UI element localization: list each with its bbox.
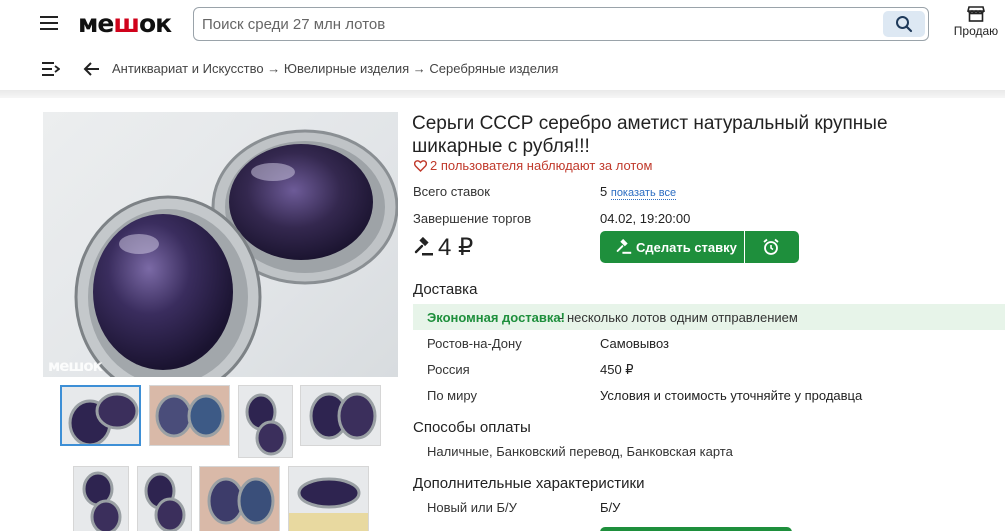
sell-label: Продаю <box>953 24 999 38</box>
thumbnail[interactable] <box>199 466 280 531</box>
place-bid-label: Сделать ставку <box>636 240 737 255</box>
shop-icon <box>967 6 985 22</box>
gavel-icon <box>414 236 433 256</box>
heart-icon <box>413 160 428 172</box>
search-box <box>193 7 929 41</box>
thumbnail[interactable] <box>238 385 293 458</box>
delivery-row-label: Ростов-на-Дону <box>427 336 522 351</box>
thumbnail[interactable] <box>300 385 381 446</box>
delivery-row-label: По миру <box>427 388 477 403</box>
lot-title: Серьги СССР серебро аметист натуральный … <box>412 113 888 157</box>
watchers-text: 2 пользователя наблюдают за лотом <box>430 158 653 173</box>
place-bid-button[interactable]: Сделать ставку <box>600 231 744 263</box>
divider <box>0 90 1005 98</box>
delivery-title: Доставка <box>413 281 478 298</box>
action-button-partial[interactable] <box>600 527 792 531</box>
show-all-link[interactable]: показать все <box>610 187 677 200</box>
earrings-image <box>74 129 398 377</box>
delivery-row-label: Россия <box>427 362 470 377</box>
end-label: Завершение торгов <box>413 211 532 226</box>
search-icon <box>896 16 913 33</box>
gavel-icon <box>616 239 632 254</box>
menu-icon[interactable] <box>40 16 58 30</box>
eco-label: Экономная доставка! <box>427 310 565 325</box>
breadcrumb-bar: Антиквариат и Искусство → Ювелирные изде… <box>0 50 1005 90</box>
search-input[interactable] <box>202 14 862 34</box>
breadcrumb[interactable]: Антиквариат и Искусство → Ювелирные изде… <box>112 61 558 76</box>
delivery-row-value: Условия и стоимость уточняйте у продавца <box>600 388 863 403</box>
search-button[interactable] <box>883 11 925 37</box>
bid-count: 5 <box>600 184 608 199</box>
price-value: 4 ₽ <box>438 234 474 261</box>
logo[interactable]: мешок <box>78 9 172 38</box>
spec-value: Б/У <box>600 500 621 515</box>
menu-open-icon[interactable] <box>42 62 60 76</box>
payment-methods: Наличные, Банковский перевод, Банковская… <box>427 444 733 459</box>
thumbnail[interactable] <box>149 385 230 446</box>
watchers-link[interactable]: 2 пользователя наблюдают за лотом <box>413 158 653 173</box>
thumbnail[interactable] <box>288 466 369 531</box>
eco-text: - несколько лотов одним отправлением <box>559 310 798 325</box>
specs-title: Дополнительные характеристики <box>413 475 645 492</box>
thumbnail[interactable] <box>73 466 129 531</box>
spec-label: Новый или Б/У <box>427 500 517 515</box>
sell-button[interactable]: Продаю <box>950 6 1002 38</box>
economy-delivery-banner: Экономная доставка! - несколько лотов од… <box>413 304 1005 330</box>
main-photo[interactable]: мешок <box>43 112 398 377</box>
header: мешок Продаю <box>0 0 1005 50</box>
total-bids-label: Всего ставок <box>413 184 490 199</box>
thumbnail[interactable] <box>137 466 192 531</box>
delivery-row-value: 450 ₽ <box>600 362 634 377</box>
thumbnail[interactable] <box>60 385 141 446</box>
reminder-button[interactable] <box>745 231 799 263</box>
back-arrow-icon[interactable] <box>83 60 101 78</box>
total-bids-value: 5 показать все <box>600 184 677 200</box>
end-value: 04.02, 19:20:00 <box>600 211 691 226</box>
watermark: мешок <box>48 357 103 375</box>
delivery-row-value: Самовывоз <box>600 336 669 351</box>
current-price: 4 ₽ <box>414 233 473 262</box>
payment-title: Способы оплаты <box>413 419 531 436</box>
alarm-clock-icon <box>763 238 779 255</box>
